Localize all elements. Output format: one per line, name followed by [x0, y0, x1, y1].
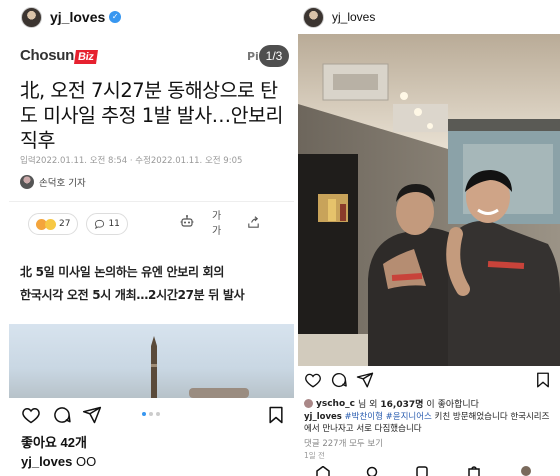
- bottom-nav: [298, 463, 560, 476]
- font-size-button[interactable]: 가가: [212, 211, 228, 237]
- comment-icon[interactable]: [52, 405, 72, 425]
- right-post-actions: [298, 369, 560, 393]
- view-all-comments-link[interactable]: 댓글 227개 모두 보기: [304, 437, 383, 449]
- carousel-dot: [156, 412, 160, 416]
- reaction-button[interactable]: 27: [28, 213, 79, 235]
- liked-by-suffix: 이 좋아합니다: [426, 400, 479, 410]
- caption-hashtags[interactable]: #박찬이형 #윤지니어스: [345, 412, 432, 422]
- left-post-actions: [0, 402, 294, 428]
- page-indicator: 1/3: [259, 45, 289, 67]
- avatar[interactable]: [303, 6, 324, 28]
- post-caption: yj_loves OO: [21, 454, 96, 469]
- like-count[interactable]: 좋아요 42개: [21, 432, 87, 451]
- liked-by-mid: 님 외: [357, 400, 378, 410]
- caption-text: OO: [75, 454, 97, 469]
- share-icon[interactable]: [245, 214, 261, 230]
- profile-avatar-icon[interactable]: [520, 465, 532, 476]
- kitchen-photo: [298, 34, 560, 366]
- screenshot-root: yj_loves ✓ Chosun Biz Pi 1/3 北, 오전 7시27분 …: [0, 0, 560, 476]
- caption-username[interactable]: yj_loves: [21, 454, 72, 469]
- post-photo[interactable]: [298, 34, 560, 366]
- article-card[interactable]: Chosun Biz Pi 1/3 北, 오전 7시27분 동해상으로 탄도 미사…: [9, 38, 294, 324]
- post-caption: yj_loves #박찬이형 #윤지니어스 키친 방문해었습니다 한국시리즈에서…: [304, 411, 556, 435]
- search-icon[interactable]: [366, 466, 378, 476]
- article-reporter: 손덕호 기자: [20, 175, 86, 189]
- post-timestamp: 1일 전: [304, 451, 325, 460]
- shop-icon[interactable]: [468, 466, 480, 476]
- carousel-dots: [142, 412, 160, 416]
- article-tools: 가가: [179, 211, 261, 237]
- comment-count: 11: [108, 219, 120, 229]
- article-reactions: 27 11: [28, 213, 128, 235]
- heart-icon[interactable]: [21, 405, 41, 425]
- publisher-name: Chosun: [20, 47, 75, 64]
- reporter-avatar: [20, 175, 34, 189]
- like-count[interactable]: 16,037명: [380, 397, 423, 410]
- liker-username[interactable]: yscho_c: [316, 399, 355, 409]
- emoji-sad-icon: [45, 218, 56, 230]
- liked-by-summary[interactable]: yscho_c 님 외 16,037명 이 좋아합니다: [304, 397, 479, 410]
- bookmark-icon[interactable]: [534, 371, 552, 389]
- carousel-dot: [142, 412, 146, 416]
- reaction-count: 27: [59, 219, 71, 229]
- article-dateline: 입력2022.01.11. 오전 8:54 · 수정2022.01.11. 오전…: [20, 156, 243, 166]
- reporter-name: 손덕호 기자: [39, 178, 86, 189]
- subhead-line: 北 5일 미사일 논의하는 유엔 안보리 회의: [20, 265, 225, 279]
- username[interactable]: yj_loves: [332, 10, 375, 24]
- publisher-badge: Biz: [74, 50, 98, 64]
- verified-badge-icon: ✓: [109, 11, 122, 23]
- photo-ground: [189, 388, 249, 398]
- robot-tts-icon[interactable]: [179, 214, 195, 230]
- comment-icon[interactable]: [330, 371, 348, 389]
- bookmark-icon[interactable]: [266, 405, 286, 425]
- liker-avatar: [304, 399, 313, 408]
- comment-count-button[interactable]: 11: [86, 213, 128, 235]
- heart-icon[interactable]: [304, 371, 322, 389]
- reels-icon[interactable]: [416, 466, 428, 476]
- header-extra-text: Pi: [247, 50, 259, 63]
- divider: [9, 201, 294, 202]
- left-post: yj_loves ✓ Chosun Biz Pi 1/3 北, 오전 7시27분 …: [0, 0, 294, 476]
- avatar[interactable]: [21, 6, 42, 28]
- speech-bubble-icon: [95, 219, 105, 229]
- username[interactable]: yj_loves: [50, 9, 105, 25]
- caption-username[interactable]: yj_loves: [304, 412, 342, 422]
- subhead-line: 한국시각 오전 5시 개최…2시간27분 뒤 발사: [20, 288, 245, 302]
- home-icon[interactable]: [316, 466, 330, 476]
- right-post: yj_loves yscho_c 님 외 16,037명 이 좋아합니다 yj_…: [298, 0, 560, 476]
- missile-image: [151, 336, 157, 398]
- missile-photo: [9, 324, 294, 398]
- share-direct-icon[interactable]: [356, 371, 374, 389]
- right-post-header: yj_loves: [298, 0, 560, 34]
- article-subhead: 北 5일 미사일 논의하는 유엔 안보리 회의 한국시각 오전 5시 개최…2시…: [20, 261, 290, 307]
- publisher-logo: Chosun Biz: [20, 47, 98, 64]
- share-direct-icon[interactable]: [82, 405, 102, 425]
- article-headline: 北, 오전 7시27분 동해상으로 탄도 미사일 추정 1발 발사…안보리 직후: [20, 79, 283, 152]
- carousel-dot: [149, 412, 153, 416]
- left-post-header: yj_loves ✓: [0, 0, 294, 34]
